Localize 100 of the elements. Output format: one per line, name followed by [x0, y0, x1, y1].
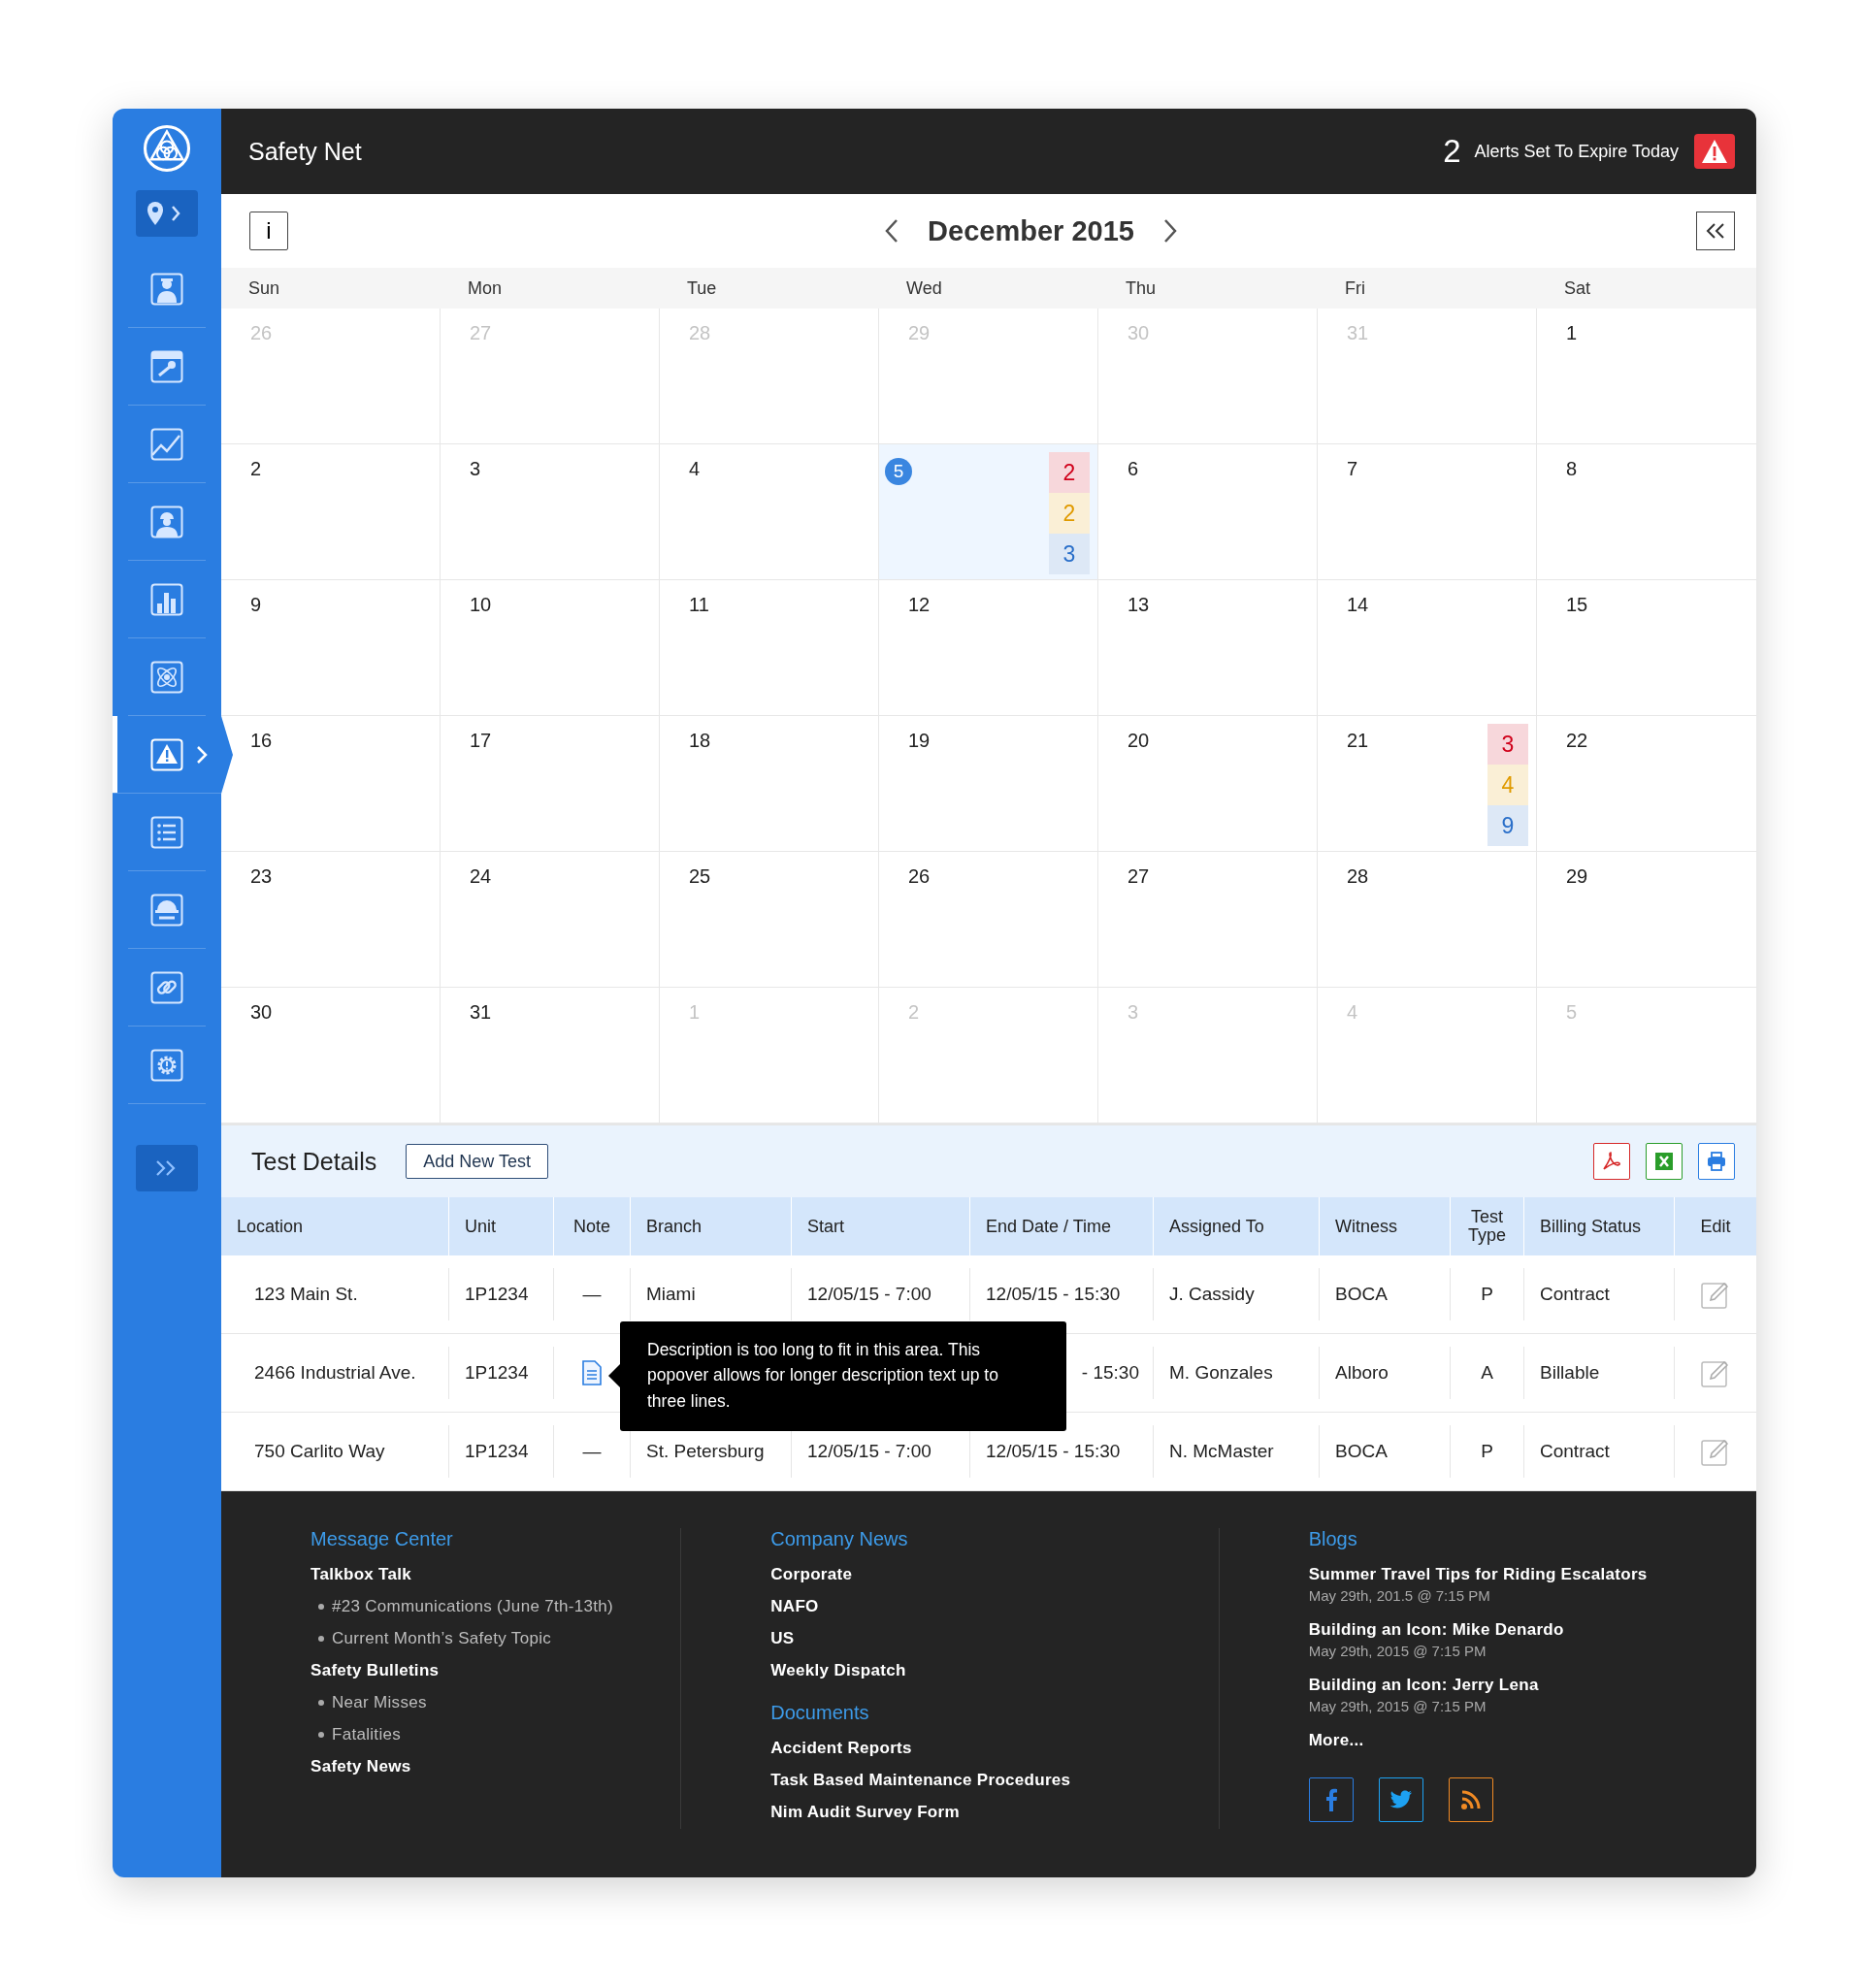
day-cell[interactable]: 9	[221, 580, 441, 716]
day-number: 30	[1128, 322, 1150, 344]
table-cell: Alboro	[1335, 1362, 1389, 1384]
day-cell[interactable]: 17	[441, 716, 660, 852]
day-cell[interactable]: 25	[660, 852, 879, 988]
weekday-label: Tue	[686, 277, 718, 299]
day-cell[interactable]: 6	[1098, 444, 1318, 580]
footer-link[interactable]: Near Misses	[332, 1693, 427, 1712]
pencil-icon	[1701, 1437, 1730, 1466]
blog-post-link[interactable]: Summer Travel Tips for Riding Escalators	[1308, 1565, 1756, 1584]
footer-link[interactable]: More...	[1308, 1731, 1756, 1750]
table-cell: P	[1481, 1441, 1493, 1462]
day-cell[interactable]: 28	[1318, 852, 1537, 988]
day-cell[interactable]: 2	[221, 444, 441, 580]
event-count[interactable]: 2	[1049, 452, 1090, 493]
month-title: December 2015	[928, 214, 1134, 247]
footer-link[interactable]: Weekly Dispatch	[770, 1661, 1219, 1680]
twitter-button[interactable]	[1378, 1777, 1423, 1822]
table-cell: BOCA	[1335, 1284, 1388, 1305]
bullet-icon	[318, 1700, 324, 1706]
previous-icon[interactable]	[885, 218, 899, 244]
day-cell[interactable]: 16	[221, 716, 441, 852]
footer-link[interactable]: Talkbox Talk	[310, 1565, 681, 1584]
day-cell[interactable]: 1	[1537, 309, 1756, 444]
facebook-button[interactable]	[1308, 1777, 1354, 1822]
footer-link[interactable]: #23 Communications (June 7th-13th)	[332, 1597, 613, 1616]
day-cell[interactable]: 4	[660, 444, 879, 580]
column-header: Witness	[1320, 1197, 1451, 1255]
print-button[interactable]	[1698, 1143, 1735, 1180]
collapse-button[interactable]	[1696, 212, 1735, 250]
day-cell[interactable]: 21 3 4 9	[1318, 716, 1537, 852]
day-cell[interactable]: 27	[1098, 852, 1318, 988]
footer-link[interactable]: Task Based Maintenance Procedures	[770, 1771, 1219, 1790]
column-header: Note	[554, 1197, 631, 1255]
document-icon[interactable]	[581, 1360, 603, 1385]
day-cell[interactable]: 29	[1537, 852, 1756, 988]
footer-link[interactable]: US	[770, 1629, 1219, 1648]
footer-link[interactable]: Corporate	[770, 1565, 1219, 1584]
footer-link[interactable]: Accident Reports	[770, 1739, 1219, 1758]
day-cell[interactable]: 7	[1318, 444, 1537, 580]
weekday-label: Sun	[247, 277, 281, 299]
day-cell[interactable]: 31	[441, 988, 660, 1124]
day-cell[interactable]: 24	[441, 852, 660, 988]
day-cell[interactable]: 12	[879, 580, 1098, 716]
list-icon	[150, 815, 183, 849]
event-count[interactable]: 3	[1049, 534, 1090, 574]
next-icon[interactable]	[1162, 218, 1177, 244]
footer-link[interactable]: NAFO	[770, 1597, 1219, 1616]
excel-export-button[interactable]	[1646, 1143, 1683, 1180]
double-chevron-icon	[1704, 221, 1727, 241]
info-button[interactable]: i	[249, 212, 288, 250]
column-header: Start	[792, 1197, 970, 1255]
column-header: End Date / Time	[970, 1197, 1154, 1255]
event-count[interactable]: 9	[1487, 805, 1528, 846]
pdf-export-button[interactable]	[1593, 1143, 1630, 1180]
atom-icon	[150, 660, 183, 694]
expand-button[interactable]	[136, 1145, 198, 1191]
day-number: 15	[1566, 594, 1588, 616]
day-cell[interactable]: 8	[1537, 444, 1756, 580]
app-title: Safety Net	[248, 137, 363, 166]
add-test-button[interactable]: Add New Test	[406, 1144, 548, 1179]
edit-button[interactable]	[1701, 1437, 1730, 1466]
table-cell: - 15:30	[1081, 1362, 1139, 1384]
day-number: 17	[470, 730, 492, 752]
day-cell[interactable]: 18	[660, 716, 879, 852]
day-cell[interactable]: 5 2 2 3	[879, 444, 1098, 580]
day-number: 28	[689, 322, 711, 344]
column-header: Billing Status	[1524, 1197, 1675, 1255]
table-cell: 12/05/15 - 7:00	[807, 1441, 932, 1462]
day-cell[interactable]: 11	[660, 580, 879, 716]
event-count[interactable]: 3	[1487, 724, 1528, 765]
day-cell[interactable]: 13	[1098, 580, 1318, 716]
day-cell[interactable]: 22	[1537, 716, 1756, 852]
day-number: 18	[689, 730, 711, 752]
day-cell[interactable]: 14	[1318, 580, 1537, 716]
day-number: 2	[908, 1001, 920, 1024]
day-cell[interactable]: 19	[879, 716, 1098, 852]
footer-link[interactable]: Nim Audit Survey Form	[770, 1803, 1219, 1822]
day-number: 28	[1347, 865, 1369, 888]
day-cell[interactable]: 20	[1098, 716, 1318, 852]
day-cell[interactable]: 26	[879, 852, 1098, 988]
location-button[interactable]	[136, 190, 198, 237]
rss-button[interactable]	[1448, 1777, 1493, 1822]
footer-link[interactable]: Safety News	[310, 1757, 681, 1776]
edit-button[interactable]	[1701, 1358, 1730, 1387]
pencil-icon	[1701, 1358, 1730, 1387]
warning-icon[interactable]	[1694, 134, 1735, 169]
column-header: Unit	[449, 1197, 554, 1255]
footer-link[interactable]: Current Month’s Safety Topic	[332, 1629, 552, 1648]
day-cell[interactable]: 3	[441, 444, 660, 580]
table-cell: A	[1481, 1362, 1493, 1384]
blog-post-link[interactable]: Building an Icon: Mike Denardo	[1308, 1620, 1756, 1640]
blog-post-link[interactable]: Building an Icon: Jerry Lena	[1308, 1676, 1756, 1695]
day-cell[interactable]: 10	[441, 580, 660, 716]
footer-link[interactable]: Fatalities	[332, 1725, 402, 1744]
day-cell[interactable]: 23	[221, 852, 441, 988]
day-cell[interactable]: 15	[1537, 580, 1756, 716]
footer-link[interactable]: Safety Bulletins	[310, 1661, 681, 1680]
day-cell[interactable]: 30	[221, 988, 441, 1124]
edit-button[interactable]	[1701, 1280, 1730, 1309]
